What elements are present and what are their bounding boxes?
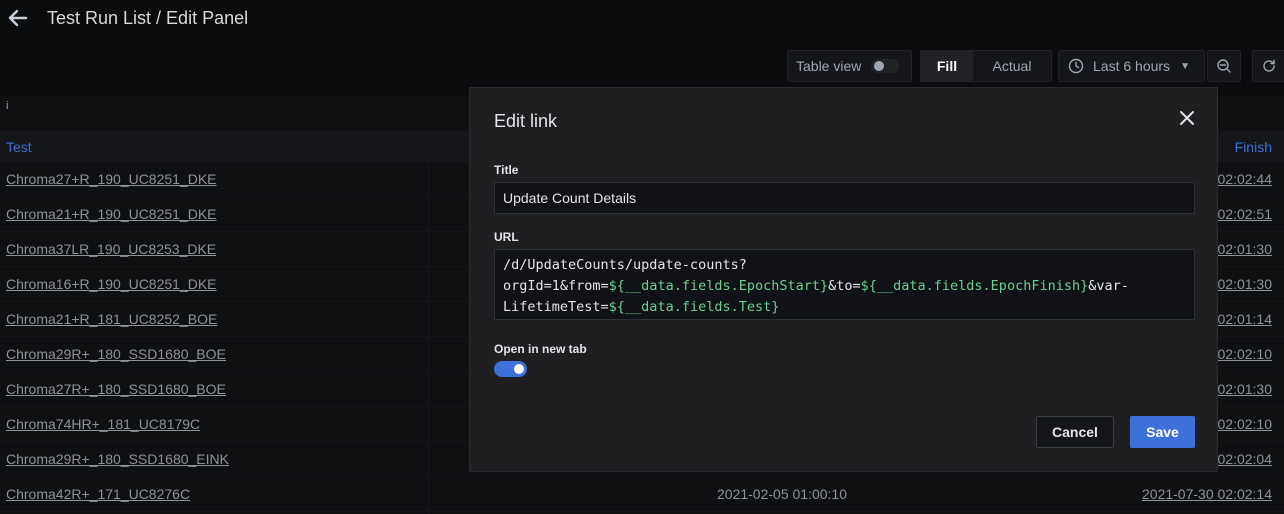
table-view-toggle[interactable]: Table view — [787, 50, 912, 82]
url-variable: ${__data.fields.EpochFinish} — [860, 278, 1089, 294]
save-button[interactable]: Save — [1130, 416, 1195, 448]
clock-icon — [1068, 58, 1084, 74]
url-text: /d/UpdateCounts/update-counts? — [503, 257, 747, 273]
url-variable: ${__data.fields.Test} — [608, 299, 780, 315]
chevron-down-icon: ▼ — [1180, 60, 1190, 72]
url-text: &to= — [828, 278, 861, 294]
refresh-button[interactable] — [1252, 50, 1284, 82]
finish-cell: 02:01:30 — [1217, 241, 1273, 257]
url-editor[interactable]: /d/UpdateCounts/update-counts? orgId=1&f… — [494, 249, 1195, 320]
finish-cell: 02:01:30 — [1217, 276, 1273, 292]
close-icon[interactable] — [1178, 109, 1196, 127]
top-bar: Test Run List / Edit Panel — [0, 0, 1284, 40]
cancel-button[interactable]: Cancel — [1036, 416, 1114, 448]
zoom-out-button[interactable] — [1207, 50, 1241, 82]
finish-cell: 02:01:14 — [1217, 311, 1273, 327]
table-view-label: Table view — [796, 58, 862, 74]
back-arrow-icon[interactable] — [6, 6, 30, 30]
test-link[interactable]: Chroma74HR+_181_UC8179C — [6, 416, 200, 432]
test-link[interactable]: Chroma27+R_190_UC8251_DKE — [6, 171, 217, 187]
test-link[interactable]: Chroma16+R_190_UC8251_DKE — [6, 276, 217, 292]
column-header-test[interactable]: Test — [6, 139, 32, 155]
zoom-out-icon — [1217, 59, 1231, 73]
column-header-finish[interactable]: Finish — [1235, 139, 1272, 155]
table-row: Chroma42R+_171_UC8276C 2021-02-05 01:00:… — [0, 477, 1284, 512]
finish-cell: 02:02:44 — [1217, 171, 1273, 187]
finish-cell: 02:02:10 — [1217, 416, 1273, 432]
open-in-new-tab-toggle[interactable] — [494, 361, 527, 377]
fill-actual-group: Fill Actual — [920, 50, 1052, 82]
test-link[interactable]: Chroma27R+_180_SSD1680_BOE — [6, 381, 226, 397]
edit-link-modal: Edit link Title URL /d/UpdateCounts/upda… — [469, 87, 1218, 472]
test-link[interactable]: Chroma29R+_180_SSD1680_BOE — [6, 346, 226, 362]
actual-button[interactable]: Actual — [973, 51, 1051, 81]
finish-cell: 2021-07-30 02:02:14 — [1142, 486, 1272, 502]
modal-title: Edit link — [494, 111, 558, 131]
test-link[interactable]: Chroma21+R_181_UC8252_BOE — [6, 311, 217, 327]
url-text: orgId=1&from= — [503, 278, 609, 294]
info-icon[interactable]: i — [6, 100, 8, 112]
finish-cell: 02:02:04 — [1217, 451, 1273, 467]
fill-button[interactable]: Fill — [921, 51, 973, 81]
url-label: URL — [494, 230, 519, 244]
test-link[interactable]: Chroma37LR_190_UC8253_DKE — [6, 241, 216, 257]
url-variable: ${__data.fields.EpochStart} — [608, 278, 829, 294]
refresh-icon — [1263, 59, 1275, 72]
url-text: LifetimeTest= — [503, 299, 609, 315]
title-label: Title — [494, 163, 519, 177]
start-cell: 2021-02-05 01:00:10 — [717, 486, 847, 502]
test-link[interactable]: Chroma21+R_190_UC8251_DKE — [6, 206, 217, 222]
finish-cell: 02:02:10 — [1217, 346, 1273, 362]
table-view-switch[interactable] — [871, 59, 900, 73]
new-tab-label: Open in new tab — [494, 342, 587, 356]
test-link[interactable]: Chroma29R+_180_SSD1680_EINK — [6, 451, 229, 467]
page-title: Test Run List / Edit Panel — [47, 8, 249, 28]
finish-cell: 02:02:51 — [1217, 206, 1273, 222]
time-range-label: Last 6 hours — [1093, 58, 1171, 74]
test-link[interactable]: Chroma42R+_171_UC8276C — [6, 486, 190, 502]
finish-cell: 02:01:30 — [1217, 381, 1273, 397]
url-text: &var- — [1088, 278, 1129, 294]
time-range-picker[interactable]: Last 6 hours ▼ — [1058, 50, 1205, 82]
title-input[interactable] — [494, 182, 1195, 214]
